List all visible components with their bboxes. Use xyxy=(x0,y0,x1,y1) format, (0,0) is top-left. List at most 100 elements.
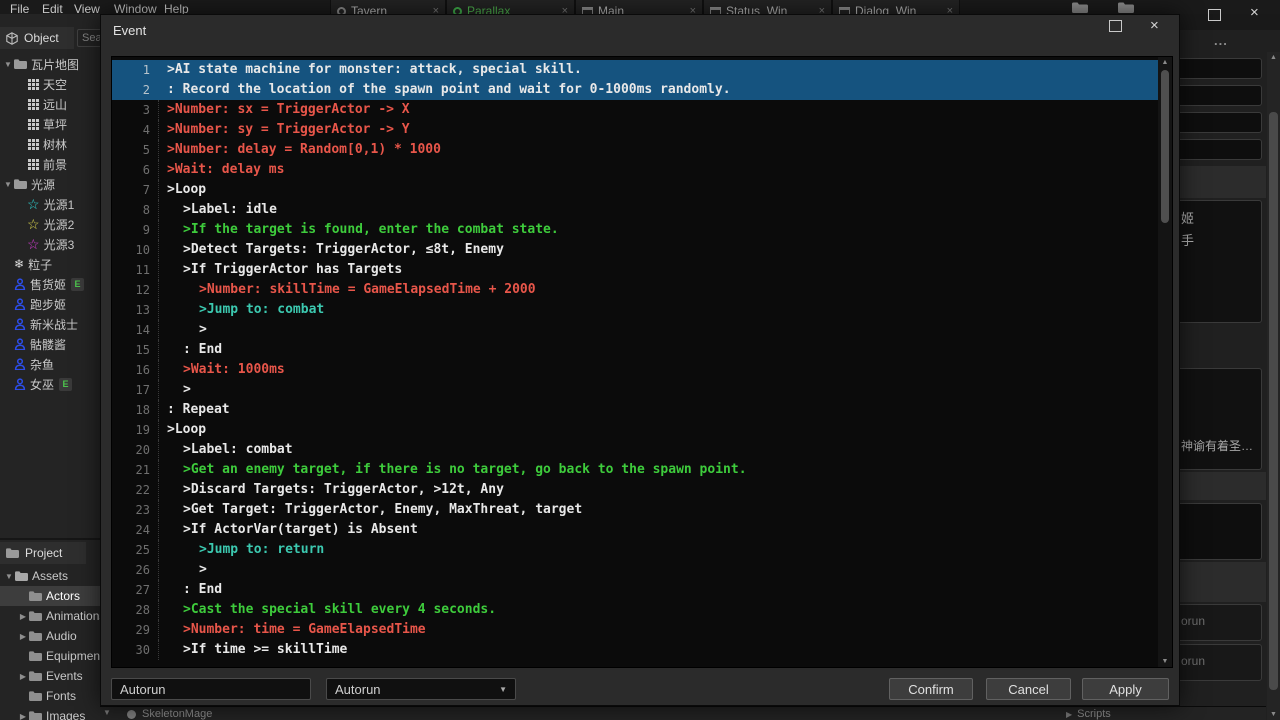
tab-close-icon[interactable]: × xyxy=(813,5,825,14)
tab-project[interactable]: Project xyxy=(0,542,86,564)
scroll-up-icon[interactable]: ▲ xyxy=(1267,54,1280,61)
object-item-13[interactable]: 新米战士 xyxy=(0,314,100,334)
apply-button[interactable]: Apply xyxy=(1082,678,1169,700)
script-line[interactable]: 18: Repeat xyxy=(112,400,1158,420)
expander-down-icon[interactable]: ▼ xyxy=(3,572,15,581)
project-item-fonts[interactable]: Fonts xyxy=(0,686,100,706)
toolbar-folder-icon-2[interactable] xyxy=(1118,2,1134,13)
project-item-assets[interactable]: ▼Assets xyxy=(0,566,100,586)
editor-scrollbar[interactable]: ▲ ▼ xyxy=(1158,57,1172,667)
script-line[interactable]: 10>Detect Targets: TriggerActor, ≤8t, En… xyxy=(112,240,1158,260)
expander-right-icon[interactable]: ▶ xyxy=(17,632,29,641)
script-line[interactable]: 5>Number: delay = Random[0,1) * 1000 xyxy=(112,140,1158,160)
script-line[interactable]: 9>If the target is found, enter the comb… xyxy=(112,220,1158,240)
tab-object[interactable]: Object xyxy=(0,27,74,49)
script-line[interactable]: 15: End xyxy=(112,340,1158,360)
window-close-button[interactable]: × xyxy=(1250,6,1259,20)
confirm-button[interactable]: Confirm xyxy=(889,678,973,700)
expander-right-icon[interactable]: ▶ xyxy=(17,612,29,621)
script-line[interactable]: 17> xyxy=(112,380,1158,400)
trigger-type-select[interactable]: Autorun ▼ xyxy=(326,678,516,700)
script-line[interactable]: 6>Wait: delay ms xyxy=(112,160,1158,180)
script-line[interactable]: 29>Number: time = GameElapsedTime xyxy=(112,620,1158,640)
expander-right-icon[interactable]: ▶ xyxy=(17,672,29,681)
tab-close-icon[interactable]: × xyxy=(941,5,953,14)
tab-tavern[interactable]: Tavern× xyxy=(330,0,446,14)
scroll-down-icon[interactable]: ▼ xyxy=(1267,711,1280,718)
script-line[interactable]: 20>Label: combat xyxy=(112,440,1158,460)
object-item-6[interactable]: ▼光源 xyxy=(0,174,100,194)
script-line[interactable]: 7>Loop xyxy=(112,180,1158,200)
editor-scroll-down-icon[interactable]: ▼ xyxy=(1158,658,1172,665)
menu-help[interactable]: Help xyxy=(164,2,189,14)
script-line[interactable]: 25>Jump to: return xyxy=(112,540,1158,560)
menu-window[interactable]: Window xyxy=(114,2,157,14)
tab-close-icon[interactable]: × xyxy=(556,5,568,14)
script-line[interactable]: 12>Number: skillTime = GameElapsedTime +… xyxy=(112,280,1158,300)
event-script-editor[interactable]: 1>AI state machine for monster: attack, … xyxy=(111,56,1173,668)
object-item-9[interactable]: ☆光源3 xyxy=(0,234,100,254)
script-line[interactable]: 19>Loop xyxy=(112,420,1158,440)
object-item-1[interactable]: 天空 xyxy=(0,74,100,94)
script-line[interactable]: 3>Number: sx = TriggerActor -> X xyxy=(112,100,1158,120)
project-item-equipment[interactable]: Equipment xyxy=(0,646,100,666)
event-name-input[interactable] xyxy=(111,678,311,700)
object-item-8[interactable]: ☆光源2 xyxy=(0,214,100,234)
script-line[interactable]: 13>Jump to: combat xyxy=(112,300,1158,320)
project-item-images[interactable]: ▶Images xyxy=(0,706,100,720)
expander-right-icon[interactable]: ▶ xyxy=(17,712,29,720)
right-scrollbar-thumb[interactable] xyxy=(1269,112,1278,690)
window-maximize-button[interactable] xyxy=(1208,9,1221,21)
object-item-10[interactable]: ❄粒子 xyxy=(0,254,100,274)
dialog-close-button[interactable]: × xyxy=(1150,17,1159,34)
project-item-audio[interactable]: ▶Audio xyxy=(0,626,100,646)
object-item-7[interactable]: ☆光源1 xyxy=(0,194,100,214)
object-item-2[interactable]: 远山 xyxy=(0,94,100,114)
object-item-0[interactable]: ▼瓦片地图 xyxy=(0,54,100,74)
right-panel-scrollbar[interactable]: ▲ ▼ xyxy=(1267,52,1280,720)
menu-file[interactable]: File xyxy=(10,2,29,14)
tab-close-icon[interactable]: × xyxy=(427,5,439,14)
script-line[interactable]: 21>Get an enemy target, if there is no t… xyxy=(112,460,1158,480)
toolbar-folder-icon-1[interactable] xyxy=(1072,2,1088,13)
tab-status_win[interactable]: Status_Win× xyxy=(703,0,832,14)
script-line[interactable]: 16>Wait: 1000ms xyxy=(112,360,1158,380)
menu-edit[interactable]: Edit xyxy=(42,2,63,14)
collapse-arrow-icon[interactable]: ▼ xyxy=(103,708,111,717)
script-line[interactable]: 14> xyxy=(112,320,1158,340)
script-line[interactable]: 22>Discard Targets: TriggerActor, >12t, … xyxy=(112,480,1158,500)
more-options-button[interactable]: ... xyxy=(1214,33,1228,48)
object-search-input[interactable] xyxy=(77,29,100,47)
skeletonmage-item[interactable]: SkeletonMage xyxy=(127,708,212,720)
object-item-3[interactable]: 草坪 xyxy=(0,114,100,134)
script-line[interactable]: 26> xyxy=(112,560,1158,580)
cancel-button[interactable]: Cancel xyxy=(986,678,1071,700)
script-line[interactable]: 4>Number: sy = TriggerActor -> Y xyxy=(112,120,1158,140)
script-line[interactable]: 30>If time >= skillTime xyxy=(112,640,1158,660)
script-line[interactable]: 27: End xyxy=(112,580,1158,600)
editor-scroll-up-icon[interactable]: ▲ xyxy=(1158,59,1172,66)
project-item-events[interactable]: ▶Events xyxy=(0,666,100,686)
tab-dialog_win[interactable]: Dialog_Win× xyxy=(832,0,960,14)
object-item-15[interactable]: 杂鱼 xyxy=(0,354,100,374)
script-line[interactable]: 11>If TriggerActor has Targets xyxy=(112,260,1158,280)
object-item-5[interactable]: 前景 xyxy=(0,154,100,174)
script-line[interactable]: 28>Cast the special skill every 4 second… xyxy=(112,600,1158,620)
tab-main[interactable]: Main× xyxy=(575,0,703,14)
object-item-14[interactable]: 骷髅酱 xyxy=(0,334,100,354)
menu-view[interactable]: View xyxy=(74,2,100,14)
object-item-16[interactable]: 女巫E xyxy=(0,374,100,394)
object-item-12[interactable]: 跑步姬 xyxy=(0,294,100,314)
tab-close-icon[interactable]: × xyxy=(684,5,696,14)
editor-scrollbar-thumb[interactable] xyxy=(1161,70,1169,223)
object-item-11[interactable]: 售货姬E xyxy=(0,274,100,294)
script-line[interactable]: 24>If ActorVar(target) is Absent xyxy=(112,520,1158,540)
tab-parallax[interactable]: Parallax× xyxy=(446,0,575,14)
expander-down-icon[interactable]: ▼ xyxy=(2,60,14,69)
script-line[interactable]: 23>Get Target: TriggerActor, Enemy, MaxT… xyxy=(112,500,1158,520)
project-item-actors[interactable]: Actors xyxy=(0,586,100,606)
dialog-maximize-button[interactable] xyxy=(1109,20,1122,32)
script-line[interactable]: 8>Label: idle xyxy=(112,200,1158,220)
script-line[interactable]: 2: Record the location of the spawn poin… xyxy=(112,80,1158,100)
expander-down-icon[interactable]: ▼ xyxy=(2,180,14,189)
